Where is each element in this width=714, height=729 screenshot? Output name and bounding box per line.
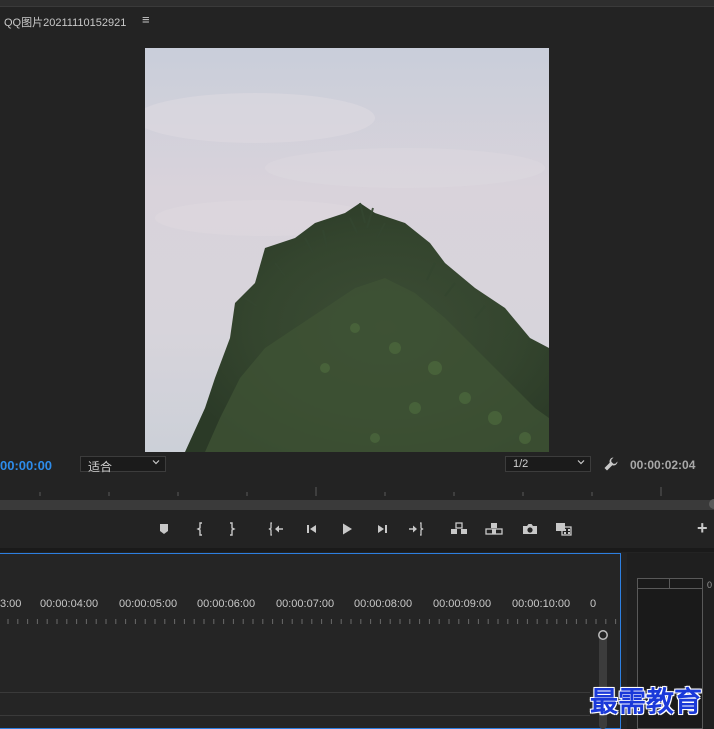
scrub-handle[interactable] (709, 499, 714, 509)
monitor-time-ruler[interactable] (0, 484, 714, 498)
playback-resolution-select[interactable]: 1/2 (505, 456, 591, 472)
insert-icon (451, 522, 467, 534)
go-to-in-icon (268, 522, 283, 536)
duration-timecode: 00:00:02:04 (630, 458, 696, 472)
button-editor-button[interactable] (554, 520, 574, 538)
zoom-level-select[interactable]: 适合 (80, 456, 166, 474)
ruler-label: 00:00:10:00 (512, 598, 571, 610)
go-to-out-button[interactable] (406, 520, 426, 538)
export-frame-icon (523, 524, 537, 534)
audio-meter-scale: 0 (707, 580, 714, 729)
playhead-timecode[interactable]: 00:00:00 (0, 458, 52, 473)
add-marker-icon (160, 524, 168, 534)
audio-meter-channel-divider (669, 578, 670, 589)
watermark: 最需教育 (590, 685, 703, 718)
chevron-down-icon (577, 460, 585, 465)
program-monitor-title[interactable]: QQ图片20211110152921 (4, 14, 126, 30)
tab-divider (0, 6, 714, 7)
ruler-label: 00:00:06:00 (197, 598, 256, 610)
tree-image (145, 48, 549, 452)
go-to-out-icon (409, 522, 424, 536)
mark-out-icon (230, 522, 236, 536)
chevron-down-icon (152, 460, 160, 465)
go-to-in-button[interactable] (266, 520, 286, 538)
step-back-icon (307, 525, 316, 533)
mark-out-button[interactable] (222, 520, 242, 538)
ruler-label: 00:00:07:00 (276, 598, 335, 610)
playback-resolution-value: 1/2 (513, 458, 529, 470)
insert-button[interactable] (449, 520, 469, 538)
monitor-scrub-bar[interactable] (0, 500, 714, 510)
wrench-icon[interactable] (603, 456, 619, 472)
panel-separator[interactable] (0, 548, 714, 552)
ruler-label: 00:00:08:00 (354, 598, 413, 610)
overwrite-icon (485, 523, 503, 535)
ruler-label: 0 (590, 598, 597, 610)
video-preview (145, 48, 549, 452)
export-frame-button[interactable] (520, 520, 540, 538)
play-button[interactable] (337, 520, 357, 538)
ruler-label: 00:00:05:00 (119, 598, 178, 610)
track-divider (0, 715, 590, 716)
step-forward-icon (378, 525, 387, 533)
add-button[interactable]: + (697, 518, 708, 539)
timeline-ruler-labels: 3:00 00:00:04:00 00:00:05:00 00:00:06:00… (0, 598, 620, 612)
ruler-label: 00:00:09:00 (433, 598, 492, 610)
timeline-ruler-ticks[interactable] (0, 614, 620, 626)
button-editor-icon (556, 523, 572, 536)
step-forward-button[interactable] (372, 520, 392, 538)
hamburger-icon[interactable]: ≡ (142, 12, 150, 27)
ruler-label: 3:00 (0, 598, 22, 610)
zoom-level-value: 适合 (88, 460, 113, 474)
ruler-label: 00:00:04:00 (40, 598, 99, 610)
timeline-panel[interactable] (0, 553, 621, 729)
step-back-button[interactable] (302, 520, 322, 538)
add-marker-button[interactable] (154, 520, 174, 538)
mark-in-button[interactable] (190, 520, 210, 538)
meter-scale-label: 0 (707, 580, 713, 590)
track-divider (0, 692, 590, 693)
mark-in-icon (196, 522, 202, 536)
audio-meter-header-line (637, 588, 703, 589)
overwrite-button[interactable] (484, 520, 504, 538)
play-icon (343, 523, 352, 535)
